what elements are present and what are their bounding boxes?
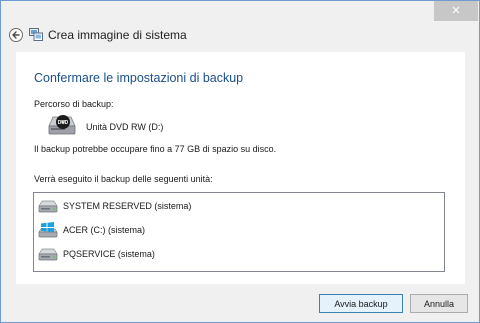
close-icon: ✕ xyxy=(451,4,461,17)
backup-path-label: Percorso di backup: xyxy=(34,99,114,109)
drives-label: Verrà eseguito il backup delle seguenti … xyxy=(34,174,213,184)
cancel-button[interactable]: Annulla xyxy=(410,294,468,313)
destination-name: Unità DVD RW (D:) xyxy=(86,122,164,132)
content-panel: Confermare le impostazioni di backup Per… xyxy=(16,52,465,284)
back-button[interactable] xyxy=(9,28,23,42)
list-item: SYSTEM RESERVED (sistema) xyxy=(34,196,444,218)
drive-label: ACER (C:) (sistema) xyxy=(63,225,146,235)
list-item: ACER (C:) (sistema) xyxy=(34,220,444,242)
hard-drive-icon xyxy=(38,200,58,213)
hard-drive-icon xyxy=(38,248,58,261)
list-item: PQSERVICE (sistema) xyxy=(34,244,444,266)
dvd-drive-icon: DVD xyxy=(48,115,76,135)
wizard-window: ✕ Crea immagine di sistema Confermare le… xyxy=(0,0,480,323)
back-arrow-icon xyxy=(12,31,20,39)
drive-label: SYSTEM RESERVED (sistema) xyxy=(63,201,192,211)
svg-text:DVD: DVD xyxy=(58,120,69,126)
footer-bar: Avvia backup Annulla xyxy=(1,284,479,322)
system-image-icon xyxy=(29,28,43,41)
drives-list: SYSTEM RESERVED (sistema) ACER (C:) (sis… xyxy=(33,192,445,272)
window-title: Crea immagine di sistema xyxy=(48,28,187,42)
start-backup-button[interactable]: Avvia backup xyxy=(319,294,403,313)
page-heading: Confermare le impostazioni di backup xyxy=(34,71,244,85)
windows-drive-icon xyxy=(38,222,58,238)
drive-label: PQSERVICE (sistema) xyxy=(63,249,155,259)
size-note: Il backup potrebbe occupare fino a 77 GB… xyxy=(34,144,277,154)
title-bar: ✕ Crea immagine di sistema xyxy=(1,1,479,45)
close-button[interactable]: ✕ xyxy=(434,1,478,21)
